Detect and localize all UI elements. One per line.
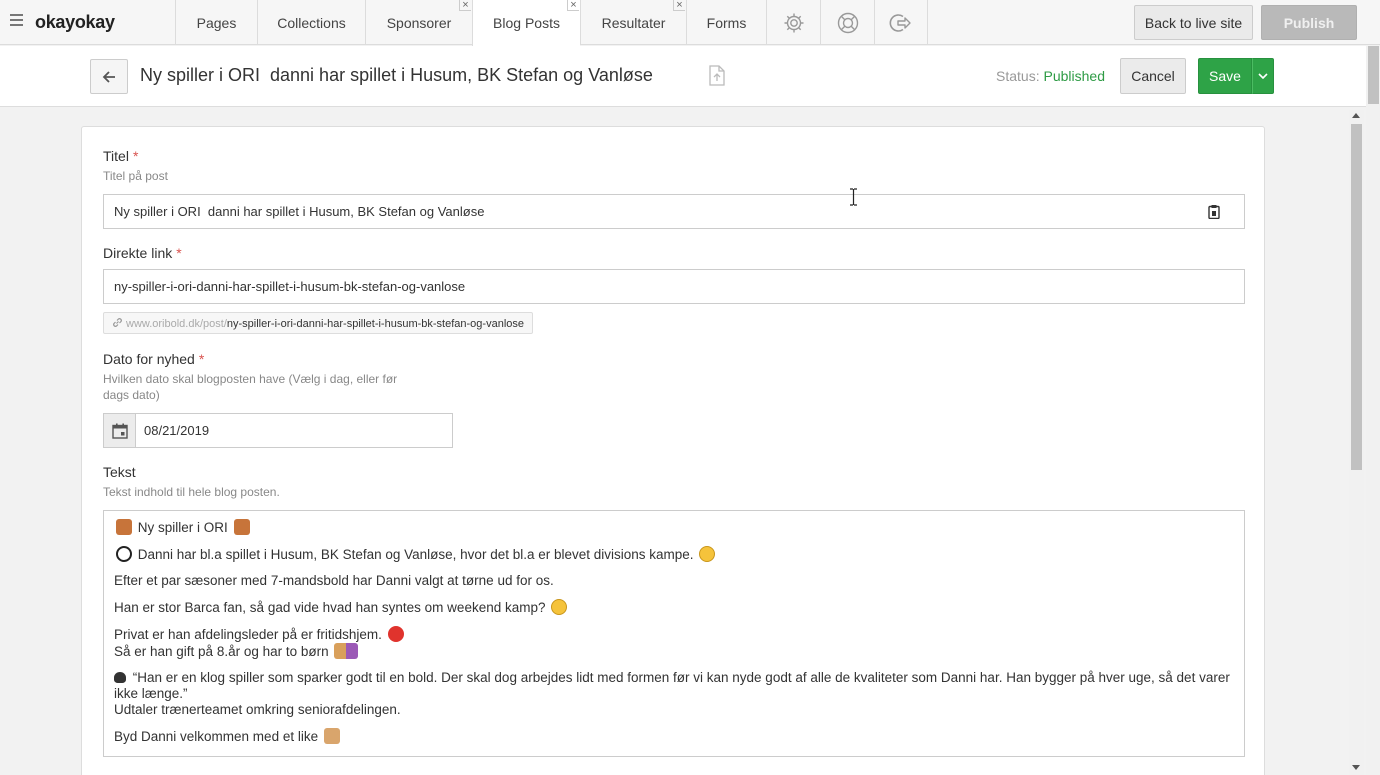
form-scrollbar[interactable] [1349, 110, 1364, 775]
close-tab-icon[interactable]: × [567, 0, 579, 11]
calendar-icon[interactable] [104, 414, 136, 447]
tab-settings[interactable] [766, 0, 820, 45]
link-icon [113, 318, 122, 327]
cancel-button[interactable]: Cancel [1120, 58, 1186, 94]
label-text: Direkte link [103, 245, 173, 261]
tab-pages[interactable]: Pages [175, 0, 257, 45]
clipboard-icon[interactable] [1208, 205, 1220, 219]
editor-text: Så er han gift på 8.år og har to børn [114, 644, 329, 659]
gear-icon [784, 13, 803, 32]
direct-link-input[interactable]: ny-spiller-i-ori-danni-har-spillet-i-hus… [103, 269, 1245, 304]
date-picker[interactable]: 08/21/2019 [103, 413, 453, 448]
file-upload-icon[interactable] [708, 65, 726, 89]
tab-forms[interactable]: Forms [686, 0, 766, 45]
publish-button[interactable]: Publish [1261, 5, 1357, 40]
scroll-up-arrow-icon[interactable] [1352, 113, 1360, 118]
thumbs-up-emoji-icon [323, 728, 340, 744]
link-preview[interactable]: www.oribold.dk/post/ny-spiller-i-ori-dan… [103, 312, 533, 334]
title-input[interactable]: Ny spiller i ORI danni har spillet i Hus… [103, 194, 1245, 229]
page-scrollbar[interactable] [1366, 46, 1380, 775]
date-field-hint-line-2: dags dato) [103, 388, 160, 402]
writing-hand-emoji-icon [116, 519, 132, 535]
close-tab-icon[interactable]: × [459, 0, 471, 11]
tab-blog-posts[interactable]: Blog Posts × [472, 0, 580, 46]
title-field-label: Titel * [103, 148, 138, 164]
page-scrollbar-thumb[interactable] [1368, 46, 1379, 104]
editor-paragraph: Privat er han afdelingsleder på er friti… [114, 626, 1234, 660]
writing-hand-emoji-icon [233, 519, 250, 535]
editor-paragraph: Byd Danni velkommen med et like [114, 728, 1234, 745]
label-text: Dato for nyhed [103, 351, 195, 367]
smiling-face-emoji-icon [699, 546, 716, 562]
tab-label: Blog Posts [493, 15, 560, 31]
text-cursor-icon [850, 188, 857, 206]
tab-bar: Pages Collections Sponsorer × Blog Posts ×… [175, 0, 928, 46]
direct-link-label: Direkte link * [103, 245, 182, 261]
soccer-ball-emoji-icon [116, 546, 132, 562]
save-button[interactable]: Save [1198, 58, 1252, 94]
editor-header: Ny spiller i ORI danni har spillet i Hus… [0, 46, 1366, 107]
save-options-dropdown[interactable] [1252, 58, 1274, 94]
editor-text: Han er stor Barca fan, så gad vide hvad … [114, 600, 546, 615]
speaking-head-emoji-icon [114, 672, 126, 683]
title-field-hint: Titel på post [103, 169, 168, 183]
publish-status: Status: Published [996, 68, 1105, 84]
lifebuoy-icon [837, 12, 858, 33]
editor-text: Privat er han afdelingsleder på er friti… [114, 627, 382, 642]
tab-resultater[interactable]: Resultater × [580, 0, 686, 45]
editor-paragraph: “Han er en klog spiller som sparker godt… [114, 670, 1234, 718]
tab-label: Sponsorer [386, 14, 452, 31]
date-field-hint-line-1: Hvilken dato skal blogposten have (Vælg … [103, 372, 398, 386]
required-marker: * [132, 148, 139, 164]
family-emoji-icon [334, 643, 359, 659]
direct-link-value: ny-spiller-i-ori-danni-har-spillet-i-hus… [114, 279, 466, 294]
required-marker: * [176, 245, 182, 261]
ping-pong-emoji-icon [387, 626, 404, 642]
text-field-label: Tekst [103, 464, 136, 480]
title-input-value: Ny spiller i ORI danni har spillet i Hus… [114, 204, 485, 219]
editor-text: Ny spiller i ORI [137, 520, 228, 535]
tab-logout[interactable] [874, 0, 928, 45]
editor-paragraph: Han er stor Barca fan, så gad vide hvad … [114, 599, 1234, 616]
editor-text: Udtaler trænerteamet omkring seniorafdel… [114, 702, 401, 717]
editor-paragraph: Efter et par sæsoner med 7-mandsbold har… [114, 573, 1234, 589]
tab-collections[interactable]: Collections [257, 0, 365, 45]
hamburger-menu-icon[interactable] [10, 14, 23, 28]
close-tab-icon[interactable]: × [673, 0, 685, 11]
brand-logo[interactable]: okayokay [35, 12, 115, 33]
tab-help[interactable] [820, 0, 874, 45]
back-to-live-site-button[interactable]: Back to live site [1134, 5, 1253, 40]
editor-text: Danni har bl.a spillet i Husum, BK Stefa… [137, 547, 694, 562]
editor-paragraph: Ny spiller i ORI [114, 519, 1234, 536]
logout-icon [889, 13, 911, 32]
tab-label: Resultater [601, 14, 666, 31]
editor-text: “Han er en klog spiller som sparker godt… [114, 670, 1230, 701]
text-field-hint: Tekst indhold til hele blog posten. [103, 485, 280, 499]
thinking-face-emoji-icon [551, 599, 568, 615]
status-value: Published [1043, 68, 1105, 84]
chevron-down-icon [1258, 73, 1268, 79]
form-scrollbar-thumb[interactable] [1351, 124, 1362, 470]
editor-paragraph: Danni har bl.a spillet i Husum, BK Stefa… [114, 546, 1234, 563]
tab-label: Forms [706, 14, 747, 31]
date-value: 08/21/2019 [144, 423, 210, 438]
link-preview-base: www.oribold.dk/post/ [126, 318, 227, 330]
arrow-left-icon [102, 70, 115, 83]
editor-text: Byd Danni velkommen med et like [114, 729, 319, 744]
scroll-down-arrow-icon[interactable] [1352, 765, 1360, 770]
top-navigation: okayokay Pages Collections Sponsorer × Bl… [0, 0, 1380, 46]
required-marker: * [198, 351, 205, 367]
date-field-label: Dato for nyhed * [103, 351, 204, 367]
page-title: Ny spiller i ORI danni har spillet i Hus… [140, 65, 653, 85]
blog-post-form: Titel * Titel på post Ny spiller i ORI da… [81, 126, 1265, 775]
tab-sponsorer[interactable]: Sponsorer × [365, 0, 472, 45]
back-button[interactable] [90, 59, 128, 94]
status-label: Status: [996, 68, 1040, 84]
editor-text: Efter et par sæsoner med 7-mandsbold har… [114, 573, 554, 588]
tab-label: Pages [196, 14, 237, 31]
link-preview-slug: ny-spiller-i-ori-danni-har-spillet-i-hus… [226, 318, 524, 330]
tab-label: Collections [277, 14, 346, 31]
rich-text-editor[interactable]: Ny spiller i ORI Danni har bl.a spillet … [103, 510, 1245, 757]
label-text: Titel [103, 148, 129, 164]
